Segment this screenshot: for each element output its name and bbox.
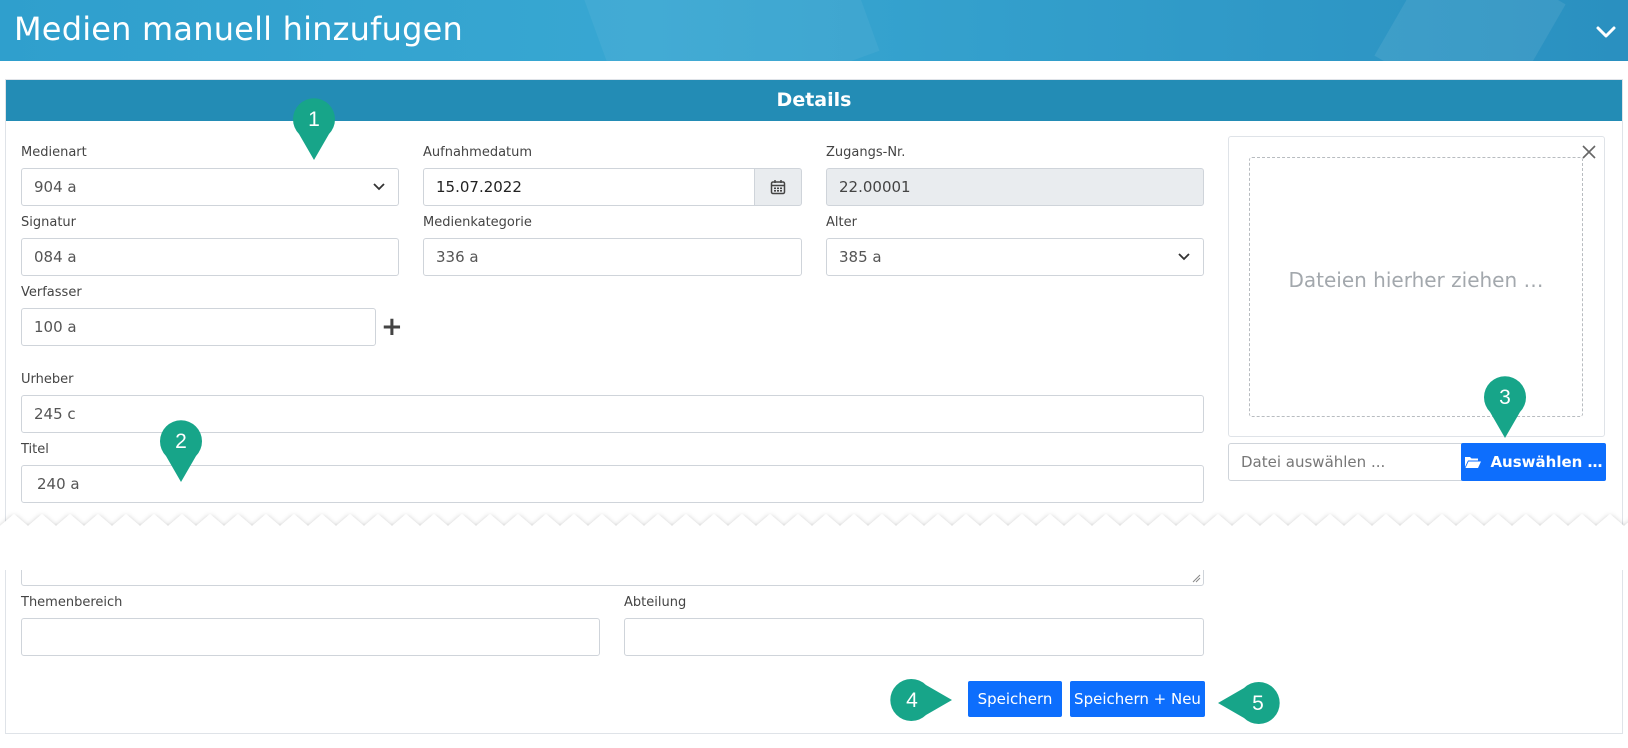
browse-label: Auswählen … xyxy=(1490,453,1603,471)
file-name-input[interactable]: Datei auswählen ... xyxy=(1228,443,1462,481)
abteilung-input[interactable] xyxy=(624,618,1204,656)
chevron-down-icon[interactable] xyxy=(1594,20,1618,44)
medienkategorie-label: Medienkategorie xyxy=(423,215,532,230)
alter-label: Alter xyxy=(826,215,857,230)
calendar-button[interactable] xyxy=(754,168,802,206)
alter-value: 385 a xyxy=(839,248,882,266)
torn-edge-divider xyxy=(0,514,1628,570)
chevron-down-icon xyxy=(373,183,385,191)
dropzone-text: Dateien hierher ziehen … xyxy=(1288,268,1544,292)
signatur-input[interactable]: 084 a xyxy=(21,238,399,276)
verfasser-label: Verfasser xyxy=(21,285,82,300)
signatur-label: Signatur xyxy=(21,215,77,230)
browse-button[interactable]: Auswählen … xyxy=(1461,443,1606,481)
aufnahmedatum-input[interactable]: 15.07.2022 xyxy=(423,168,755,206)
chevron-down-icon xyxy=(1178,253,1190,261)
urheber-value: 245 c xyxy=(34,405,76,423)
alter-select[interactable]: 385 a xyxy=(826,238,1204,276)
callout-marker-4: 4 xyxy=(890,679,952,721)
medienart-value: 904 a xyxy=(34,178,77,196)
verfasser-input[interactable]: 100 a xyxy=(21,308,376,346)
titel-value: 240 a xyxy=(37,475,80,493)
urheber-label: Urheber xyxy=(21,372,74,387)
banner-decoration xyxy=(580,0,880,61)
marker-number: 4 xyxy=(906,689,918,712)
verfasser-value: 100 a xyxy=(34,318,77,336)
marker-number: 1 xyxy=(308,108,320,131)
themenbereich-label: Themenbereich xyxy=(21,595,123,610)
callout-marker-5: 5 xyxy=(1218,682,1280,724)
zugangsnr-value: 22.00001 xyxy=(839,178,911,196)
upload-panel: Dateien hierher ziehen … xyxy=(1228,136,1605,437)
save-button[interactable]: Speichern xyxy=(968,681,1062,717)
aufnahmedatum-label: Aufnahmedatum xyxy=(423,145,533,160)
callout-marker-3: 3 xyxy=(1484,376,1526,438)
callout-marker-2: 2 xyxy=(160,420,202,482)
medienkategorie-input[interactable]: 336 a xyxy=(423,238,802,276)
callout-marker-1: 1 xyxy=(293,98,335,160)
marker-number: 5 xyxy=(1252,692,1264,715)
zugangsnr-label: Zugangs-Nr. xyxy=(826,145,906,160)
aufnahmedatum-value: 15.07.2022 xyxy=(436,178,522,196)
calendar-icon xyxy=(770,180,786,195)
medienart-label: Medienart xyxy=(21,145,87,160)
titel-label: Titel xyxy=(21,442,49,457)
signatur-value: 084 a xyxy=(34,248,77,266)
page-title: Medien manuell hinzufugen xyxy=(14,10,463,48)
file-dropzone[interactable]: Dateien hierher ziehen … xyxy=(1249,157,1583,417)
themenbereich-input[interactable] xyxy=(21,618,600,656)
card-title: Details xyxy=(6,80,1622,121)
banner-decoration xyxy=(1374,0,1566,61)
marker-number: 2 xyxy=(175,430,187,453)
medienart-select[interactable]: 904 a xyxy=(21,168,399,206)
marker-number: 3 xyxy=(1499,386,1511,409)
abteilung-label: Abteilung xyxy=(624,595,687,610)
folder-open-icon xyxy=(1465,457,1482,468)
add-verfasser-button[interactable]: + xyxy=(381,314,403,340)
medienkategorie-value: 336 a xyxy=(436,248,479,266)
resize-handle-icon[interactable] xyxy=(1191,573,1201,583)
file-placeholder: Datei auswählen ... xyxy=(1241,453,1386,471)
top-banner: Medien manuell hinzufugen xyxy=(0,0,1628,61)
zugangsnr-input: 22.00001 xyxy=(826,168,1204,206)
save-new-button[interactable]: Speichern + Neu xyxy=(1070,681,1205,717)
